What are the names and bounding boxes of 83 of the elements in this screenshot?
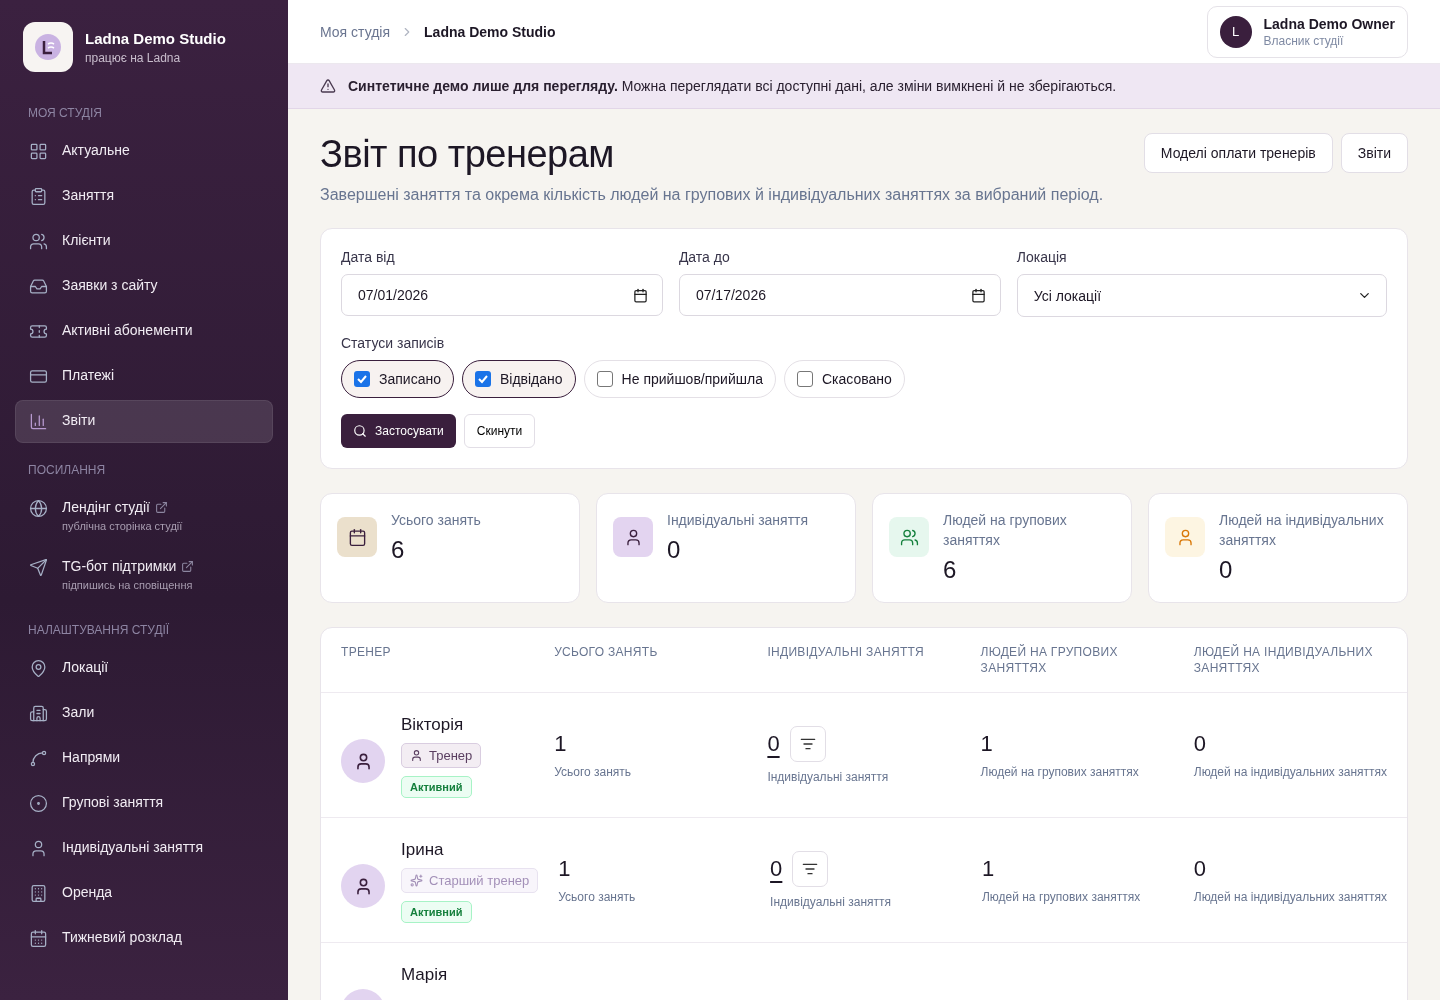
status-badge: Активний (401, 776, 472, 798)
sidebar-item[interactable]: Індивідуальні заняття (15, 827, 273, 870)
value-caption: Індивідуальні заняття (767, 770, 890, 784)
table-value: 1 (981, 856, 996, 882)
sidebar-item[interactable]: Зали (15, 692, 273, 735)
table-value: 1 (554, 731, 568, 757)
item-caption: публічна сторінка студії (62, 520, 183, 532)
stat-value: 0 (667, 536, 682, 564)
value-caption: Людей на групових заняттях (980, 765, 1140, 779)
stat-value: 0 (1219, 556, 1234, 584)
sidebar-item[interactable]: Заняття (15, 175, 273, 218)
header-button[interactable]: Звіти (1340, 133, 1408, 173)
studio-name: Ladna Demo Studio (85, 29, 226, 47)
sidebar-item[interactable]: Платежі (15, 355, 273, 398)
stat-label: Усього занять (391, 511, 481, 530)
value-caption: Усього занять (554, 765, 633, 779)
status-filter[interactable]: Скасовано (783, 360, 905, 398)
column-header: УСЬОГО ЗАНЯТЬ (554, 644, 659, 661)
field-label: Локація (1016, 249, 1068, 265)
user-menu[interactable]: L Ladna Demo Owner Власник студії (1206, 5, 1408, 58)
studio-tagline: працює на Ladna (85, 50, 182, 65)
stat-label: Людей на індивідуальних заняттях (1219, 511, 1385, 550)
sidebar-item[interactable]: Тижневий розклад (15, 917, 273, 960)
field-label: Дата до (678, 249, 731, 265)
value-link[interactable]: 0 (767, 731, 780, 757)
reset-button[interactable]: Скинути (463, 414, 536, 448)
breadcrumb-link[interactable]: Моя студія (320, 23, 391, 40)
value-caption: Людей на індивідуальних заняттях (1193, 765, 1387, 779)
value-link[interactable]: 0 (770, 856, 783, 882)
sidebar-item[interactable]: Лендінг студії публічна сторінка студії (15, 487, 273, 544)
column-header: ТРЕНЕР (341, 644, 392, 661)
status-filter[interactable]: Відвідано (461, 360, 576, 398)
stat-label: Індивідуальні заняття (667, 511, 809, 530)
section-title: НАЛАШТУВАННЯ СТУДІЇ (27, 623, 171, 637)
role-badge: Старший тренер (401, 868, 539, 893)
value-caption: Індивідуальні заняття (770, 895, 892, 909)
user-name: Ladna Demo Owner (1263, 15, 1395, 32)
section-title: МОЯ СТУДІЯ (27, 106, 103, 120)
breadcrumb-link[interactable]: Ladna Demo Studio (424, 23, 556, 40)
trainer-name: Марія (401, 965, 448, 985)
stat-label: Людей на групових заняттях (943, 511, 1068, 550)
location-select[interactable]: Усі локації (1016, 274, 1387, 317)
column-header: ЛЮДЕЙ НА ГРУПОВИХ ЗАНЯТТЯХ (980, 644, 1119, 676)
date-field[interactable]: 07/01/2026 (341, 274, 663, 316)
sidebar-item[interactable]: TG-бот підтримки підпишись на сповіщення (15, 546, 273, 603)
item-caption: підпишись на сповіщення (62, 579, 194, 591)
field-label: Дата від (341, 249, 396, 265)
status-filter[interactable]: Записано (341, 360, 454, 398)
column-header: ІНДИВІДУАЛЬНІ ЗАНЯТТЯ (767, 644, 925, 661)
header-button[interactable]: Моделі оплати тренерів (1143, 133, 1333, 173)
value-caption: Людей на індивідуальних заняттях (1193, 890, 1387, 904)
page-subtitle: Завершені заняття та окрема кількість людей на групових й індивідуальних заняттях за вибраний період. (320, 186, 1104, 204)
stat-value: 6 (391, 536, 406, 564)
sidebar-item[interactable]: Звіти (15, 400, 273, 443)
banner-text: Синтетичне демо лише для перегляду. Можна переглядати всі доступні дані, але зміни вимкнені й не зберігаються. (348, 78, 1117, 94)
date-field[interactable]: 07/17/2026 (678, 274, 1001, 316)
section-title: ПОСИЛАННЯ (27, 463, 107, 477)
sidebar-item[interactable]: Напрями (15, 737, 273, 780)
stat-value: 6 (943, 556, 958, 584)
table-value: 1 (980, 731, 994, 757)
sidebar-item[interactable]: Активні абонементи (15, 310, 273, 353)
user-avatar: L (1219, 15, 1252, 48)
value-caption: Людей на групових заняттях (981, 890, 1142, 904)
trainer-name: Вікторія (401, 715, 464, 735)
table-value: 1 (558, 856, 572, 882)
column-header: ЛЮДЕЙ НА ІНДИВІДУАЛЬНИХ ЗАНЯТТЯХ (1193, 644, 1374, 676)
table-value: 0 (1193, 731, 1207, 757)
field-label: Статуси записів (341, 335, 446, 351)
table-value: 0 (1193, 856, 1207, 882)
role-badge: Тренер (401, 743, 482, 768)
trainer-name: Ірина (401, 840, 444, 860)
value-caption: Усього занять (558, 890, 637, 904)
sidebar-item[interactable]: Клієнти (15, 220, 273, 263)
sidebar-item[interactable]: Локації (15, 647, 273, 690)
apply-button[interactable]: Застосувати (341, 414, 456, 448)
sidebar-item[interactable]: Групові заняття (15, 782, 273, 825)
sidebar-item[interactable]: Актуальне (15, 130, 273, 173)
sidebar-item[interactable]: Оренда (15, 872, 273, 915)
status-badge: Активний (401, 901, 472, 923)
page-title: Звіт по тренерам (320, 133, 615, 176)
user-role: Власник студії (1263, 33, 1345, 48)
status-filter[interactable]: Не прийшов/прийшла (583, 360, 776, 398)
sidebar-item[interactable]: Заявки з сайту (15, 265, 273, 308)
